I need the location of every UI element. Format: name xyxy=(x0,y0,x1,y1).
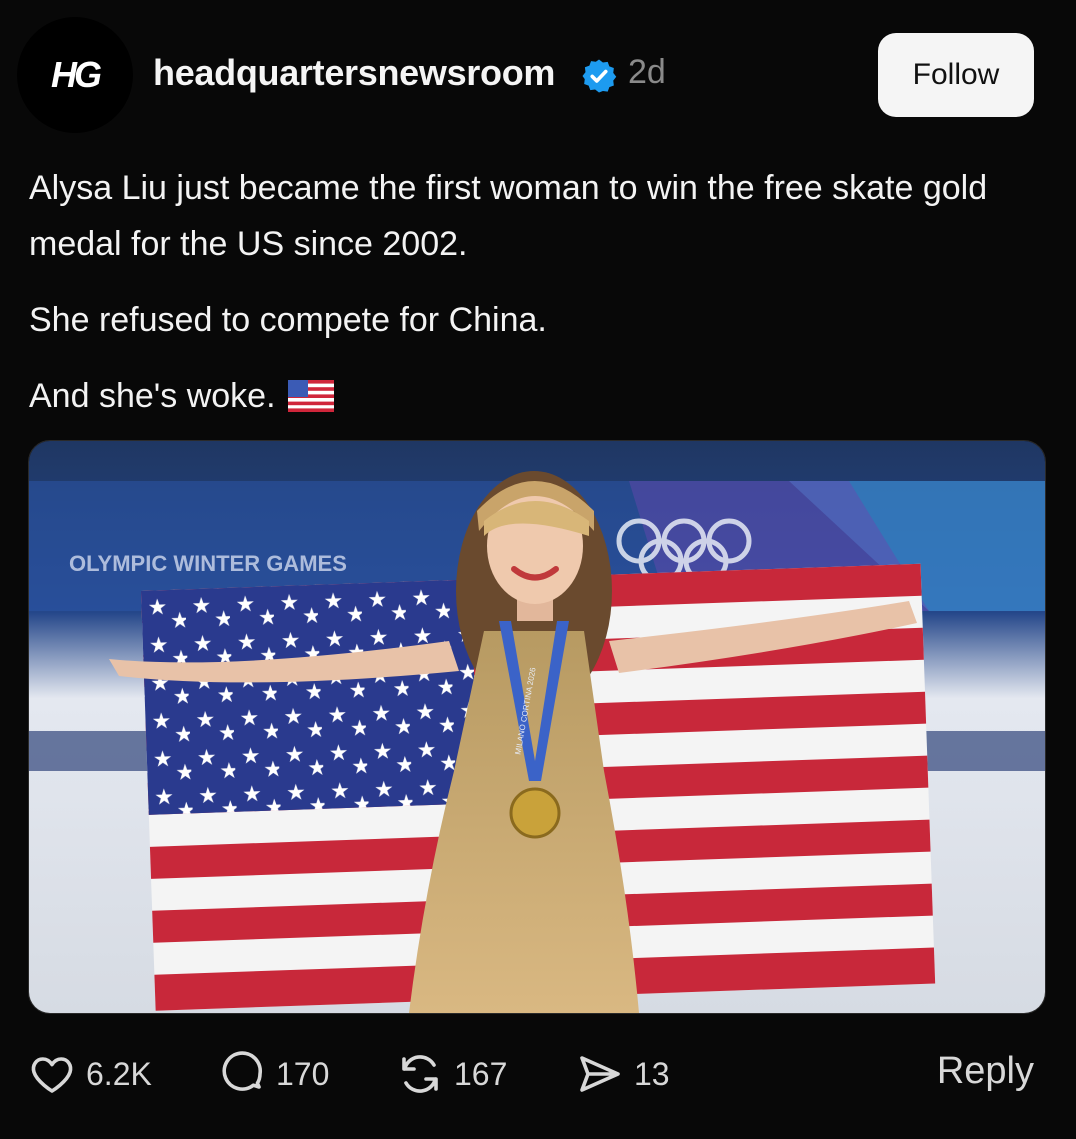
heart-icon xyxy=(31,1057,73,1093)
post-header: HG headquartersnewsroom 2d Follow xyxy=(0,0,1076,150)
avatar-logo: HG xyxy=(51,54,102,95)
repost-count: 167 xyxy=(454,1055,508,1092)
photo-skater-with-flag: ★ ★ OLYMPIC WINTER GAMES xyxy=(29,441,1045,1013)
follow-button[interactable]: Follow xyxy=(878,33,1034,117)
banner-text: OLYMPIC WINTER GAMES xyxy=(69,551,347,576)
share-count: 13 xyxy=(634,1055,670,1092)
post-body: Alysa Liu just became the first woman to… xyxy=(29,160,1029,424)
post-image[interactable]: ★ ★ OLYMPIC WINTER GAMES xyxy=(28,440,1046,1014)
share-action[interactable]: 13 xyxy=(576,1050,670,1098)
action-bar: 6.2K 170 167 13 Reply xyxy=(0,1040,1076,1110)
like-action[interactable]: 6.2K xyxy=(28,1050,152,1098)
comment-icon xyxy=(222,1051,263,1091)
reply-button[interactable]: Reply xyxy=(937,1050,1034,1093)
us-flag-emoji-icon xyxy=(287,380,334,412)
post-text-line-3: And she's woke. xyxy=(29,377,276,415)
comment-action[interactable]: 170 xyxy=(218,1050,329,1098)
like-count: 6.2K xyxy=(86,1055,152,1092)
send-icon xyxy=(580,1056,620,1092)
comment-count: 170 xyxy=(276,1055,330,1092)
avatar[interactable]: HG xyxy=(17,17,133,133)
post-text-line-3-wrap: And she's woke. xyxy=(29,368,1029,424)
repost-icon xyxy=(402,1055,438,1093)
gold-medal xyxy=(509,787,561,839)
timestamp: 2d xyxy=(628,53,666,91)
username-link[interactable]: headquartersnewsroom xyxy=(153,52,555,94)
repost-action[interactable]: 167 xyxy=(396,1050,507,1098)
post-text-line-1: Alysa Liu just became the first woman to… xyxy=(29,169,988,263)
post-text-line-2: She refused to compete for China. xyxy=(29,301,547,339)
verified-badge-icon xyxy=(582,59,617,93)
